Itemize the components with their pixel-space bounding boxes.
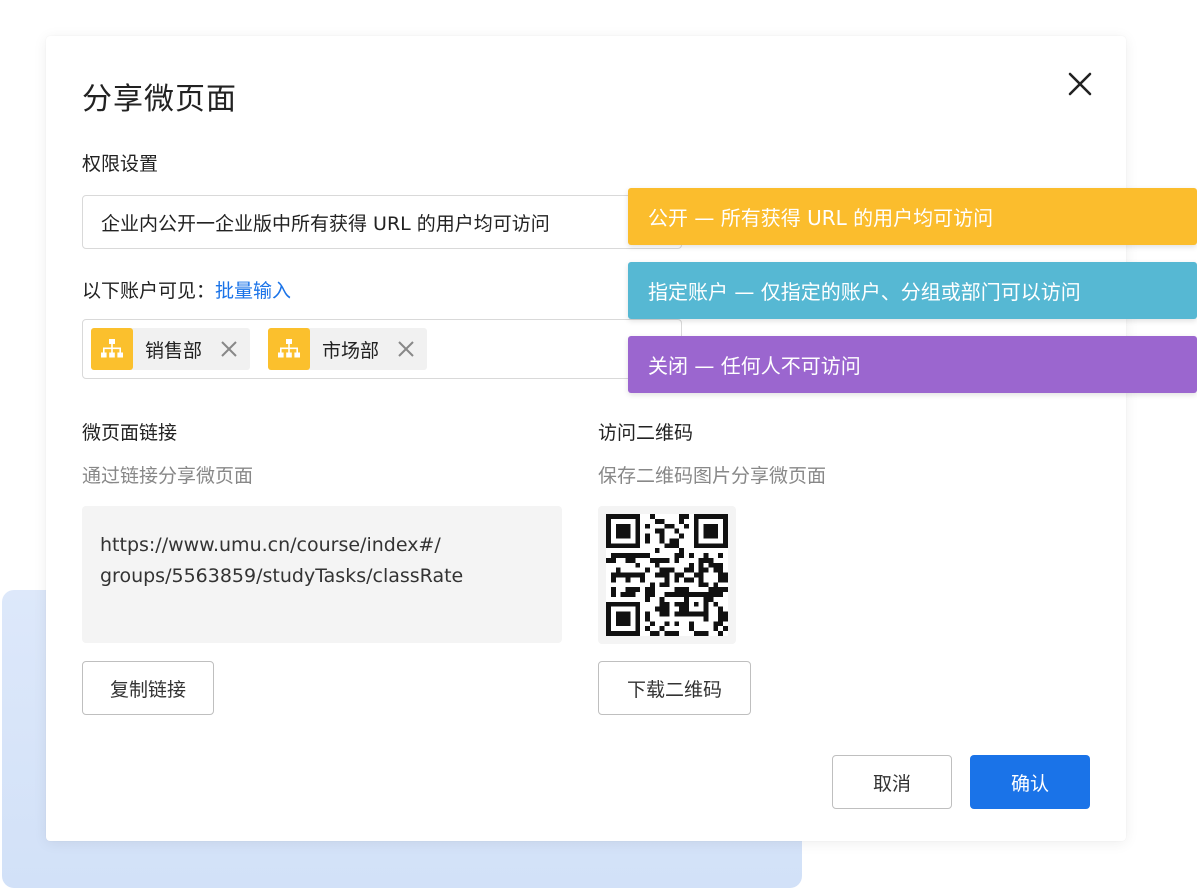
permission-option-public[interactable]: 公开 — 所有获得 URL 的用户均可访问 [628, 188, 1197, 245]
permission-select[interactable]: 企业内公开一企业版中所有获得 URL 的用户均可访问 [82, 195, 682, 249]
close-icon[interactable] [1064, 68, 1096, 100]
batch-input-link[interactable]: 批量输入 [215, 280, 291, 302]
permission-option-closed[interactable]: 关闭 — 任何人不可访问 [628, 336, 1197, 393]
cancel-button[interactable]: 取消 [832, 755, 952, 809]
permission-label: 权限设置 [82, 153, 159, 175]
qr-section-description: 保存二维码图片分享微页面 [598, 465, 827, 487]
account-tag: 市场部 [268, 328, 428, 370]
visibility-label: 以下账户可见： [82, 280, 216, 302]
qr-code-image [598, 506, 736, 644]
account-tag-input[interactable]: 销售部 市场部 [82, 319, 682, 379]
link-section-heading: 微页面链接 [82, 422, 178, 444]
permission-select-value: 企业内公开一企业版中所有获得 URL 的用户均可访问 [101, 212, 550, 235]
org-chart-icon [268, 328, 311, 370]
share-dialog: 分享微页面 权限设置 企业内公开一企业版中所有获得 URL 的用户均可访问 以下… [46, 36, 1126, 841]
copy-link-button[interactable]: 复制链接 [82, 661, 214, 715]
remove-tag-icon[interactable] [220, 340, 238, 358]
qr-section-heading: 访问二维码 [598, 422, 694, 444]
page-url-field[interactable]: https://www.umu.cn/course/index#/ groups… [82, 506, 562, 643]
download-qr-button[interactable]: 下载二维码 [598, 661, 751, 715]
org-chart-icon [91, 328, 133, 370]
confirm-button[interactable]: 确认 [970, 755, 1090, 809]
qr-code-icon [606, 514, 728, 636]
permission-option-specified[interactable]: 指定账户 — 仅指定的账户、分组或部门可以访问 [628, 262, 1197, 319]
account-tag: 销售部 [91, 328, 251, 370]
account-tag-label: 销售部 [145, 339, 203, 362]
remove-tag-icon[interactable] [397, 340, 415, 358]
page-url-line: groups/5563859/studyTasks/classRate [100, 565, 464, 587]
link-section-description: 通过链接分享微页面 [82, 465, 254, 487]
page-url-line: https://www.umu.cn/course/index#/ [100, 534, 441, 556]
dialog-title: 分享微页面 [82, 82, 237, 117]
visibility-row: 以下账户可见：批量输入 [82, 276, 291, 303]
account-tag-label: 市场部 [322, 339, 380, 362]
